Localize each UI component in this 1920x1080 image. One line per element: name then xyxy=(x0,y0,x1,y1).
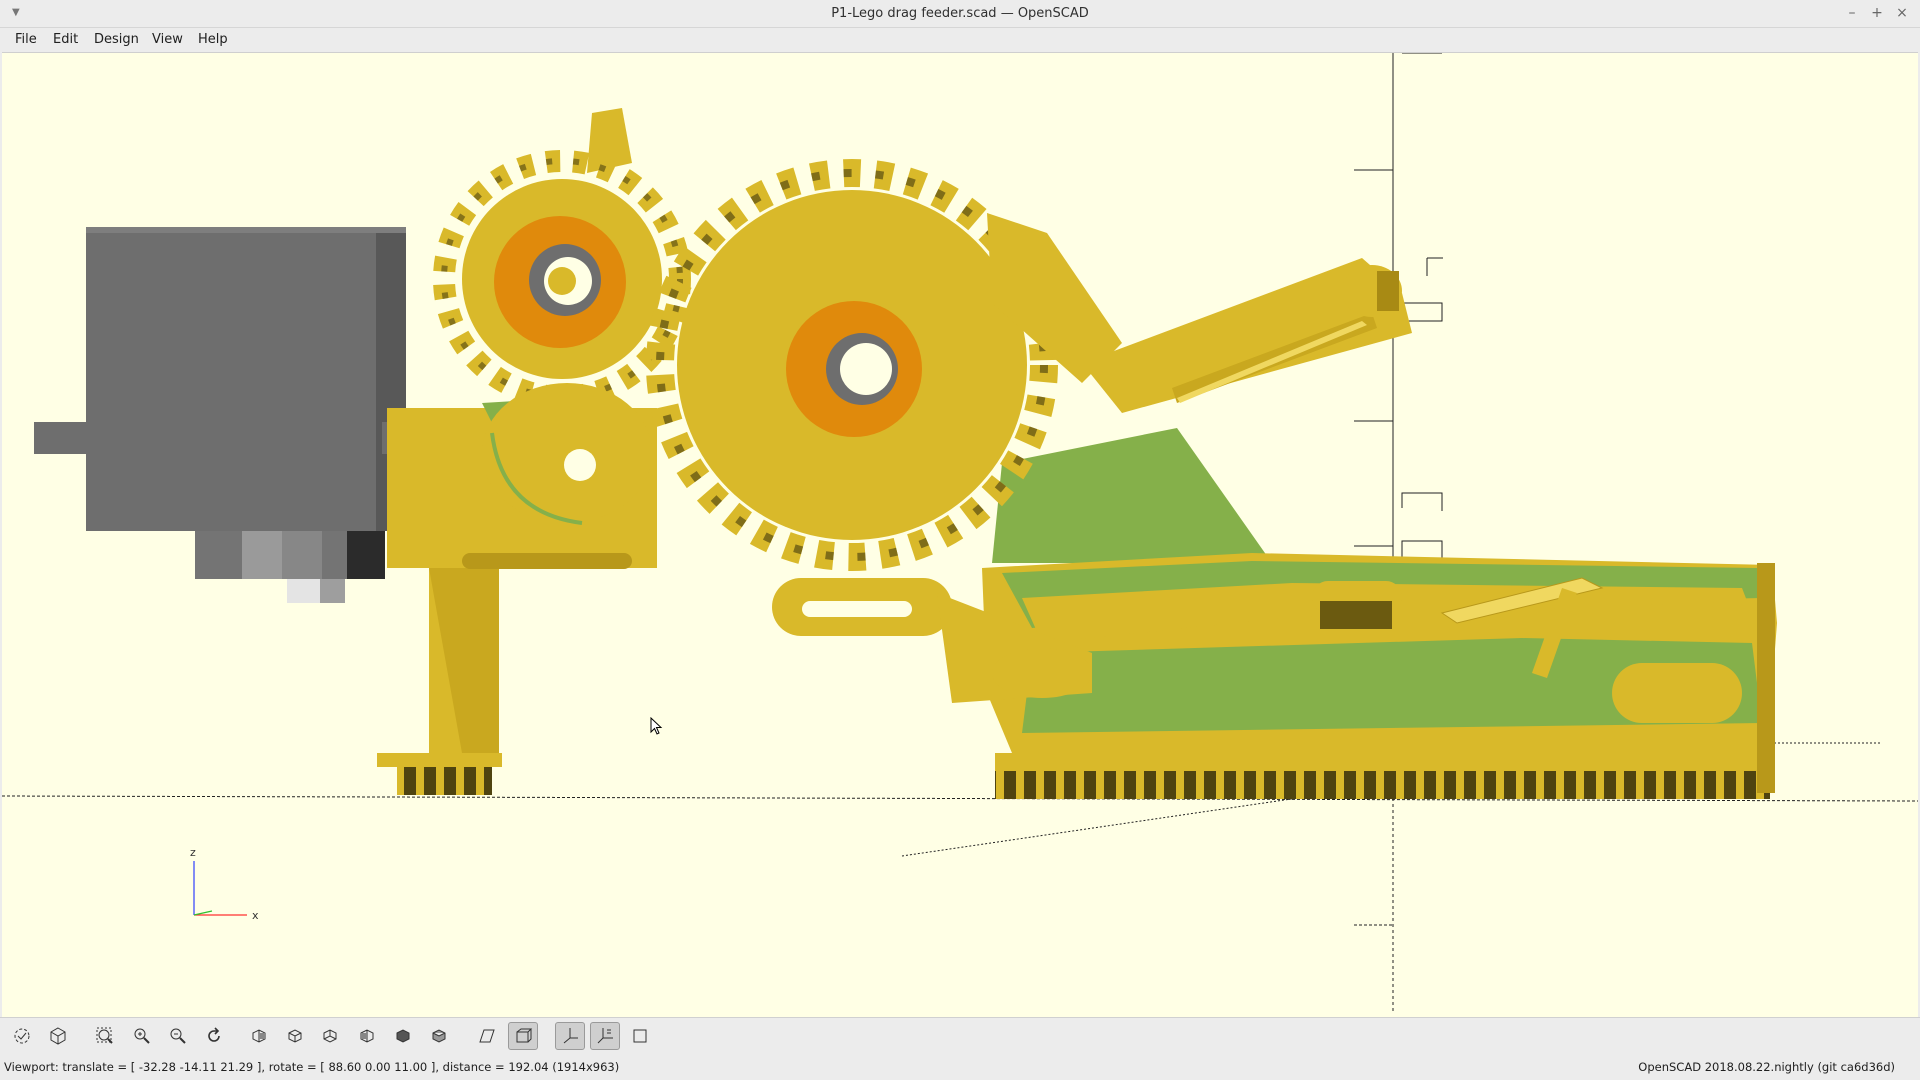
view-bottom-icon xyxy=(323,1029,337,1043)
z-axis-label: z xyxy=(190,846,196,859)
view-all-icon xyxy=(96,1027,113,1044)
slot-link xyxy=(772,578,952,636)
close-button[interactable]: × xyxy=(1892,4,1912,22)
maximize-button[interactable]: + xyxy=(1867,4,1887,22)
window-title: P1-Lego drag feeder.scad — OpenSCAD xyxy=(831,6,1089,21)
scale-icon xyxy=(597,1028,613,1044)
preview-icon xyxy=(14,1028,30,1044)
cam-lever xyxy=(482,383,652,525)
view-right-icon xyxy=(252,1029,266,1043)
view-all-button[interactable] xyxy=(91,1023,119,1049)
view-back-icon xyxy=(432,1029,446,1043)
mouse-cursor-icon xyxy=(650,717,663,735)
x-axis-label: x xyxy=(252,909,259,922)
menu-edit[interactable]: Edit xyxy=(53,32,78,47)
perspective-button[interactable] xyxy=(473,1023,501,1049)
green-plate xyxy=(992,428,1272,563)
view-front-icon xyxy=(396,1029,410,1043)
edges-icon xyxy=(633,1029,647,1043)
servo-motor xyxy=(34,227,440,603)
feeder-base xyxy=(937,553,1777,799)
zoom-out-icon xyxy=(170,1028,186,1044)
view-toolbar xyxy=(0,1017,1920,1054)
view-left-icon xyxy=(360,1029,374,1043)
view-top-icon xyxy=(288,1029,302,1043)
zoom-in-icon xyxy=(134,1028,150,1044)
zoom-in-button[interactable] xyxy=(128,1023,156,1049)
reset-view-button[interactable] xyxy=(200,1023,228,1049)
perspective-icon xyxy=(479,1029,495,1043)
orthogonal-button[interactable] xyxy=(508,1022,538,1050)
status-bar: Viewport: translate = [ -32.28 -14.11 21… xyxy=(0,1054,1920,1080)
menu-design[interactable]: Design xyxy=(94,32,139,47)
3d-viewport[interactable]: z x xyxy=(2,52,1918,1018)
menu-view[interactable]: View xyxy=(152,32,183,47)
model-render: z x xyxy=(2,53,1918,1013)
zoom-out-button[interactable] xyxy=(164,1023,192,1049)
render-button[interactable] xyxy=(44,1023,72,1049)
view-back-button[interactable] xyxy=(425,1023,453,1049)
menu-help[interactable]: Help xyxy=(198,32,228,47)
view-bottom-button[interactable] xyxy=(316,1023,344,1049)
viewport-status: Viewport: translate = [ -32.28 -14.11 21… xyxy=(4,1060,620,1074)
render-icon xyxy=(50,1027,66,1045)
view-left-button[interactable] xyxy=(353,1023,381,1049)
axes-icon xyxy=(563,1028,578,1044)
preview-button[interactable] xyxy=(8,1023,36,1049)
show-scale-button[interactable] xyxy=(590,1022,620,1050)
menu-bar: File Edit Design View Help xyxy=(0,28,1920,52)
orthogonal-icon xyxy=(516,1028,533,1043)
small-gear xyxy=(433,108,691,408)
show-edges-button[interactable] xyxy=(626,1023,654,1049)
view-right-button[interactable] xyxy=(245,1023,273,1049)
title-bar: ▼ P1-Lego drag feeder.scad — OpenSCAD – … xyxy=(0,0,1920,28)
view-front-button[interactable] xyxy=(389,1023,417,1049)
version-status: OpenSCAD 2018.08.22.nightly (git ca6d36d… xyxy=(1638,1060,1895,1074)
reset-view-icon xyxy=(208,1027,220,1042)
minimize-button[interactable]: – xyxy=(1842,4,1862,22)
menu-file[interactable]: File xyxy=(15,32,37,47)
show-axes-button[interactable] xyxy=(555,1022,585,1050)
view-top-button[interactable] xyxy=(281,1023,309,1049)
axis-indicator: z x xyxy=(190,846,259,922)
drag-arm xyxy=(1082,258,1412,413)
